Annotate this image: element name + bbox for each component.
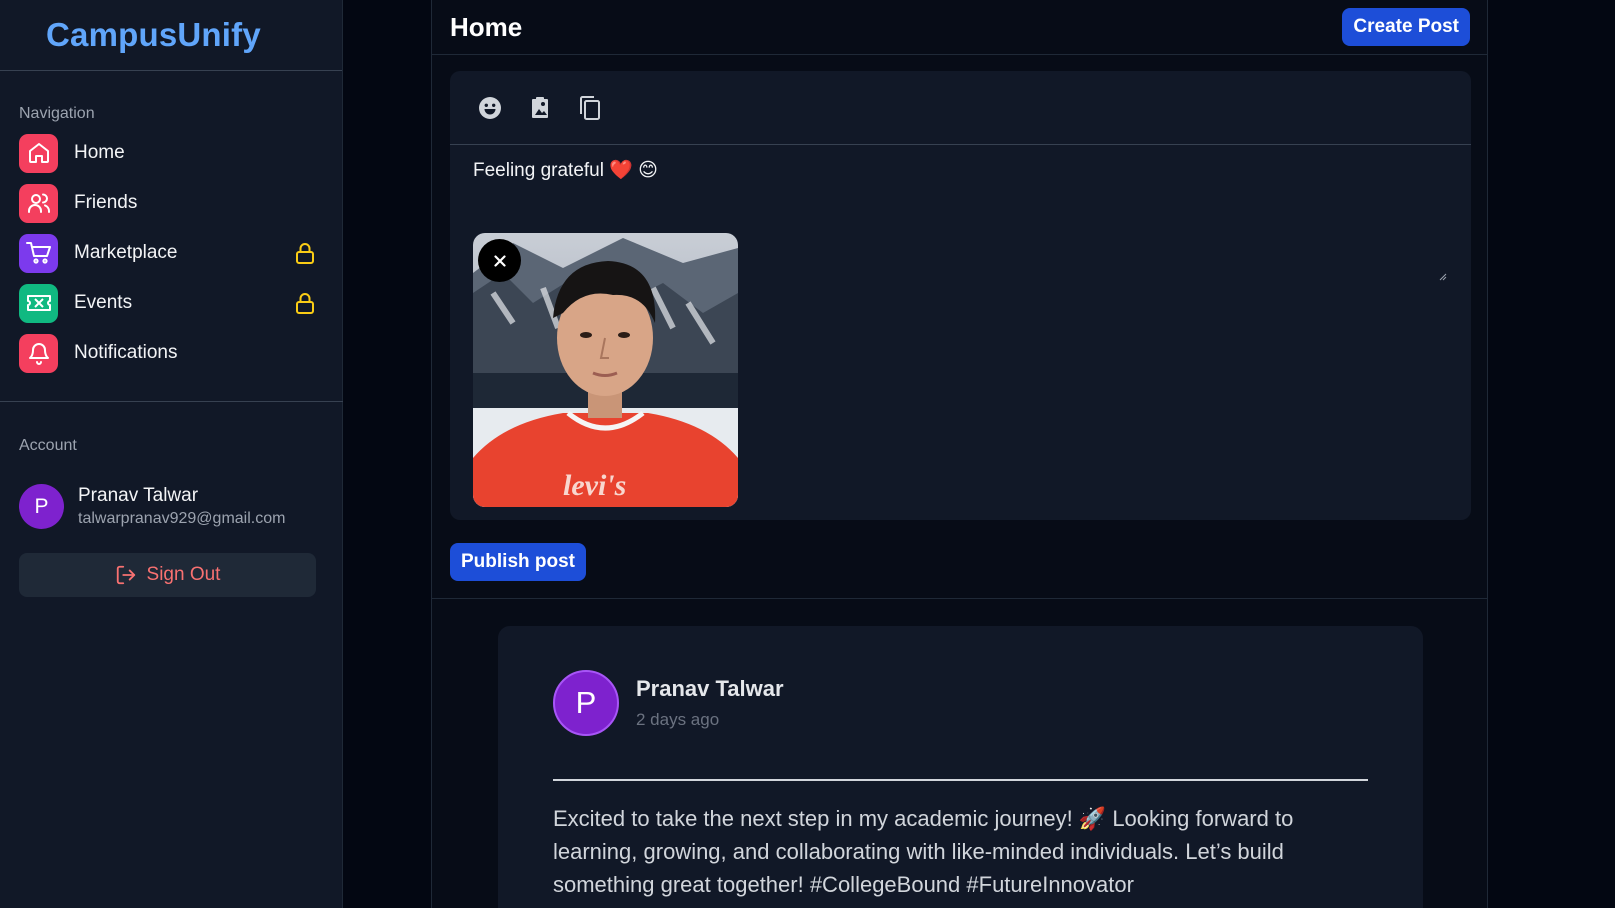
bell-icon — [19, 333, 58, 373]
sidebar-item-friends[interactable]: Friends — [0, 183, 342, 223]
emoji-icon[interactable] — [476, 94, 504, 122]
image-icon[interactable] — [526, 94, 554, 122]
post-card: P Pranav Talwar 2 days ago Excited to ta… — [498, 626, 1423, 908]
post-textarea[interactable]: Feeling grateful ❤️ 😊 — [473, 158, 658, 182]
svg-text:levi's: levi's — [563, 469, 626, 502]
lock-icon — [294, 291, 316, 315]
sign-out-label: Sign Out — [146, 564, 221, 585]
sign-out-button[interactable]: Sign Out — [19, 553, 316, 597]
brand-logo[interactable]: CampusUnify — [46, 16, 261, 54]
account-user[interactable]: P Pranav Talwar talwarpranav929@gmail.co… — [19, 484, 285, 529]
composer-toolbar — [450, 71, 1471, 145]
sidebar-item-events[interactable]: Events — [0, 283, 342, 323]
avatar[interactable]: P — [553, 670, 619, 736]
publish-post-button[interactable]: Publish post — [450, 543, 586, 581]
post-body: Excited to take the next step in my acad… — [553, 806, 1294, 897]
topbar: Home Create Post — [432, 0, 1487, 55]
users-icon — [19, 183, 58, 223]
sidebar-item-label: Notifications — [74, 342, 178, 363]
sidebar-item-label: Events — [74, 292, 133, 313]
account-section-title: Account — [19, 437, 77, 454]
logout-icon — [116, 565, 135, 585]
nav-list: Home Friends Marketplace Events Notifica… — [0, 133, 342, 373]
account-email: talwarpranav929@gmail.com — [78, 510, 286, 527]
ticket-icon — [19, 283, 58, 323]
sidebar-item-label: Friends — [74, 192, 138, 213]
sidebar-item-label: Marketplace — [74, 242, 178, 263]
sidebar-item-home[interactable]: Home — [0, 133, 342, 173]
sidebar-item-notifications[interactable]: Notifications — [0, 333, 342, 373]
post-composer: Feeling grateful ❤️ 😊 levi's — [450, 71, 1471, 520]
sidebar-item-marketplace[interactable]: Marketplace — [0, 233, 342, 273]
avatar: P — [19, 484, 64, 529]
image-preview: levi's — [473, 233, 738, 507]
resize-handle-icon[interactable] — [1439, 273, 1447, 281]
cart-icon — [19, 233, 58, 273]
sidebar-item-label: Home — [74, 142, 125, 163]
post-header: P Pranav Talwar 2 days ago — [553, 670, 784, 736]
post-author[interactable]: Pranav Talwar — [636, 676, 784, 702]
post-timestamp: 2 days ago — [636, 710, 720, 729]
lock-icon — [294, 241, 316, 265]
post-divider — [553, 779, 1368, 781]
nav-section-title: Navigation — [19, 105, 95, 122]
brand-header: CampusUnify — [0, 0, 342, 71]
remove-image-button[interactable] — [478, 239, 521, 282]
close-icon — [493, 254, 506, 267]
composer-divider — [432, 598, 1487, 599]
sidebar: CampusUnify Navigation Home Friends Mark… — [0, 0, 343, 908]
home-icon — [19, 133, 58, 173]
copy-icon[interactable] — [576, 94, 604, 122]
account-name: Pranav Talwar — [78, 485, 199, 506]
sidebar-divider — [0, 401, 343, 402]
page-title: Home — [450, 11, 523, 42]
create-post-button[interactable]: Create Post — [1342, 8, 1470, 46]
main-feed: Home Create Post Feeling grateful ❤️ 😊 l… — [431, 0, 1488, 908]
